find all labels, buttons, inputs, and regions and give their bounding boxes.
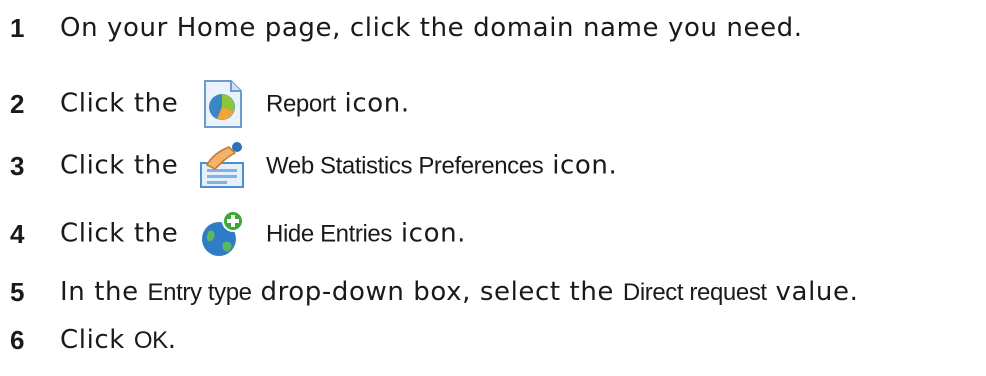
- step-2: 2 Click the Report icon.: [0, 80, 410, 128]
- step-1: 1 On your Home page, click the domain na…: [0, 8, 803, 48]
- step-text: Click the Report icon.: [60, 79, 410, 129]
- step-text: Click the Hide Entries icon.: [60, 209, 466, 259]
- step-text: Click the Web Statistics Preferences ico…: [60, 141, 617, 191]
- step-text-after: icon.: [543, 150, 618, 181]
- step-label: Web Statistics Preferences: [266, 152, 544, 180]
- web-statistics-preferences-icon: [197, 141, 247, 191]
- hide-entries-icon: [197, 209, 247, 259]
- step-number: 3: [10, 150, 25, 181]
- step-label: Hide Entries: [266, 220, 392, 248]
- step-text-before: Click: [60, 325, 134, 355]
- step-text-after: icon.: [335, 88, 410, 119]
- step-3: 3 Click the Web Statistics Preferences i…: [0, 142, 617, 188]
- step-text-after: icon.: [391, 218, 467, 249]
- step-text-middle: drop-down box, select the: [251, 277, 623, 307]
- step-text: On your Home page, click the domain name…: [60, 13, 803, 43]
- step-4: 4 Click the Hide Entries icon.: [0, 210, 466, 256]
- step-text: In the Entry type drop-down box, select …: [60, 277, 858, 307]
- step-number: 2: [10, 88, 25, 119]
- step-label-entry-type: Entry type: [147, 279, 252, 306]
- step-5: 5 In the Entry type drop-down box, selec…: [0, 272, 858, 312]
- step-number: 4: [10, 218, 25, 249]
- step-number: 5: [10, 276, 25, 307]
- step-label: Report: [266, 90, 336, 118]
- step-number: 1: [10, 12, 25, 43]
- step-number: 6: [10, 324, 25, 355]
- step-text-before: Click the: [60, 88, 179, 119]
- step-text-after: .: [167, 325, 177, 355]
- step-text-before: Click the: [60, 218, 179, 249]
- report-icon: [197, 79, 247, 129]
- step-text-after: value.: [766, 277, 859, 307]
- step-label-direct-request: Direct request: [622, 279, 767, 306]
- step-text-before: Click the: [60, 150, 179, 181]
- step-text: Click OK.: [60, 325, 177, 355]
- step-text-before: In the: [60, 277, 148, 307]
- step-6: 6 Click OK.: [0, 320, 177, 360]
- step-label-ok: OK: [133, 327, 168, 354]
